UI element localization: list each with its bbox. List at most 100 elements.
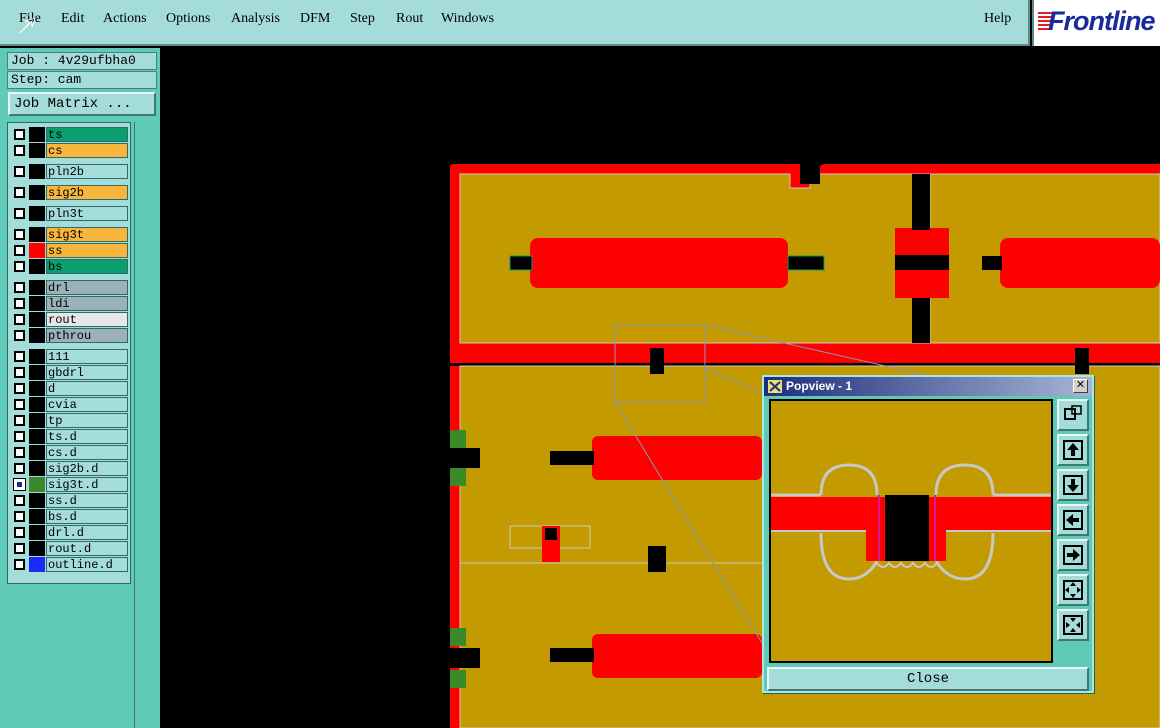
- layer-name[interactable]: cs: [46, 143, 128, 158]
- popview-close-button[interactable]: Close: [767, 667, 1089, 691]
- menu-options[interactable]: Options: [166, 11, 210, 27]
- close-icon[interactable]: ✕: [1073, 379, 1088, 393]
- layer-row-ss-d[interactable]: ss.d: [12, 493, 130, 508]
- menu-dfm[interactable]: DFM: [300, 11, 330, 27]
- layer-row-outline-d[interactable]: outline.d: [12, 557, 130, 572]
- layer-name[interactable]: ts: [46, 127, 128, 142]
- layer-checkbox[interactable]: [14, 367, 25, 378]
- layer-name[interactable]: pln3t: [46, 206, 128, 221]
- layer-checkbox[interactable]: [14, 245, 25, 256]
- layer-checkbox[interactable]: [14, 298, 25, 309]
- layer-checkbox[interactable]: [14, 399, 25, 410]
- layer-row-cvia[interactable]: cvia: [12, 397, 130, 412]
- layer-name[interactable]: ss: [46, 243, 128, 258]
- layer-name[interactable]: sig2b: [46, 185, 128, 200]
- layer-name[interactable]: 111: [46, 349, 128, 364]
- layer-name[interactable]: drl: [46, 280, 128, 295]
- layer-checkbox[interactable]: [14, 383, 25, 394]
- layer-checkbox[interactable]: [14, 229, 25, 240]
- menu-step[interactable]: Step: [350, 11, 375, 27]
- layer-row-111[interactable]: 111: [12, 349, 130, 364]
- layer-checkbox[interactable]: [14, 129, 25, 140]
- layer-name[interactable]: bs.d: [46, 509, 128, 524]
- layer-row-ts-d[interactable]: ts.d: [12, 429, 130, 444]
- layer-name[interactable]: cs.d: [46, 445, 128, 460]
- layer-row-ss[interactable]: ss: [12, 243, 130, 258]
- layer-row-pln2b[interactable]: pln2b: [12, 164, 130, 179]
- layer-row-ldi[interactable]: ldi: [12, 296, 130, 311]
- layer-checkbox[interactable]: [14, 261, 25, 272]
- layer-list-scrollbar[interactable]: [134, 122, 158, 728]
- pan-up-icon[interactable]: [1057, 434, 1089, 466]
- layer-name[interactable]: rout.d: [46, 541, 128, 556]
- menu-analysis[interactable]: Analysis: [231, 11, 280, 27]
- layer-row-bs[interactable]: bs: [12, 259, 130, 274]
- layer-checkbox[interactable]: [14, 527, 25, 538]
- layer-checkbox[interactable]: [14, 330, 25, 341]
- menu-help[interactable]: Help: [984, 11, 1011, 27]
- layer-name[interactable]: sig2b.d: [46, 461, 128, 476]
- layer-row-tp[interactable]: tp: [12, 413, 130, 428]
- layer-row-sig2b-d[interactable]: sig2b.d: [12, 461, 130, 476]
- layer-name[interactable]: gbdrl: [46, 365, 128, 380]
- pan-left-icon[interactable]: [1057, 504, 1089, 536]
- layer-checkbox[interactable]: [14, 415, 25, 426]
- layer-name[interactable]: d: [46, 381, 128, 396]
- layer-name[interactable]: rout: [46, 312, 128, 327]
- layer-row-pln3t[interactable]: pln3t: [12, 206, 130, 221]
- layer-checkbox[interactable]: [14, 543, 25, 554]
- layer-checkbox[interactable]: [14, 463, 25, 474]
- popview-window[interactable]: Popview - 1 ✕ Close: [762, 375, 1094, 693]
- pan-right-icon[interactable]: [1057, 539, 1089, 571]
- layer-name[interactable]: sig3t.d: [46, 477, 128, 492]
- layer-name[interactable]: ldi: [46, 296, 128, 311]
- popview-zoom-view[interactable]: [769, 399, 1053, 663]
- menu-edit[interactable]: Edit: [61, 11, 84, 27]
- layer-row-sig3t[interactable]: sig3t: [12, 227, 130, 242]
- layer-row-gbdrl[interactable]: gbdrl: [12, 365, 130, 380]
- layer-checkbox[interactable]: [14, 447, 25, 458]
- layer-name[interactable]: pthrou: [46, 328, 128, 343]
- layer-checkbox[interactable]: [14, 282, 25, 293]
- layer-checkbox[interactable]: [14, 166, 25, 177]
- layer-name[interactable]: cvia: [46, 397, 128, 412]
- layer-row-sig2b[interactable]: sig2b: [12, 185, 130, 200]
- layer-row-cs[interactable]: cs: [12, 143, 130, 158]
- layer-row-sig3t-d[interactable]: sig3t.d: [12, 477, 130, 492]
- menu-actions[interactable]: Actions: [103, 11, 147, 27]
- layer-name[interactable]: tp: [46, 413, 128, 428]
- pan-down-icon[interactable]: [1057, 469, 1089, 501]
- layer-checkbox[interactable]: [14, 314, 25, 325]
- zoom-in-icon[interactable]: [1057, 574, 1089, 606]
- layer-checkbox[interactable]: [13, 478, 26, 491]
- layer-name[interactable]: drl.d: [46, 525, 128, 540]
- layer-checkbox[interactable]: [14, 431, 25, 442]
- layer-checkbox[interactable]: [14, 145, 25, 156]
- layer-name[interactable]: ss.d: [46, 493, 128, 508]
- layer-row-pthrou[interactable]: pthrou: [12, 328, 130, 343]
- layer-row-cs-d[interactable]: cs.d: [12, 445, 130, 460]
- layer-name[interactable]: outline.d: [46, 557, 128, 572]
- layer-row-rout-d[interactable]: rout.d: [12, 541, 130, 556]
- menu-rout[interactable]: Rout: [396, 11, 423, 27]
- layer-row-drl[interactable]: drl: [12, 280, 130, 295]
- layer-row-d[interactable]: d: [12, 381, 130, 396]
- layer-checkbox[interactable]: [14, 187, 25, 198]
- layer-row-bs-d[interactable]: bs.d: [12, 509, 130, 524]
- layer-checkbox[interactable]: [14, 559, 25, 570]
- layer-row-rout[interactable]: rout: [12, 312, 130, 327]
- layer-checkbox[interactable]: [14, 495, 25, 506]
- zoom-out-icon[interactable]: [1057, 609, 1089, 641]
- layer-name[interactable]: bs: [46, 259, 128, 274]
- zoom-fit-icon[interactable]: [1057, 399, 1089, 431]
- layer-checkbox[interactable]: [14, 511, 25, 522]
- layer-name[interactable]: sig3t: [46, 227, 128, 242]
- layer-checkbox[interactable]: [14, 351, 25, 362]
- layer-row-drl-d[interactable]: drl.d: [12, 525, 130, 540]
- layer-name[interactable]: ts.d: [46, 429, 128, 444]
- layer-row-ts[interactable]: ts: [12, 127, 130, 142]
- menu-windows[interactable]: Windows: [441, 11, 494, 27]
- job-matrix-button[interactable]: Job Matrix ...: [8, 92, 156, 116]
- layer-checkbox[interactable]: [14, 208, 25, 219]
- layer-name[interactable]: pln2b: [46, 164, 128, 179]
